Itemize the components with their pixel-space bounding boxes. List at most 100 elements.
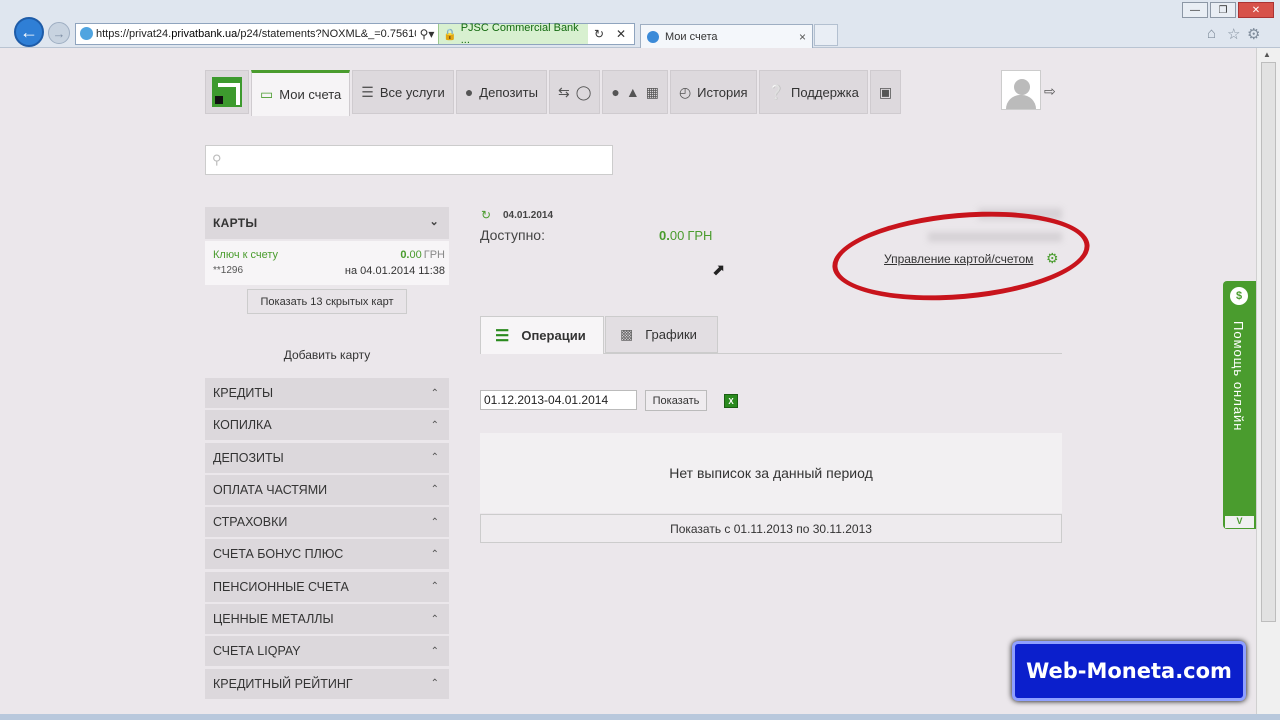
apple-icon: ● — [611, 84, 620, 100]
avatar[interactable] — [1001, 70, 1041, 110]
search-dropdown-icon[interactable]: ⚲▾ — [416, 27, 438, 41]
chevron-up-icon: ⌃ — [430, 516, 439, 528]
certificate-badge[interactable]: 🔒 PJSC Commercial Bank ... — [438, 22, 588, 46]
menu-icon: ☰ — [361, 83, 374, 100]
globe-icon: ◯ — [575, 83, 592, 100]
chevron-up-icon: ⌃ — [430, 419, 439, 431]
ie-icon — [647, 30, 659, 43]
tab-support[interactable]: ❔ Поддержка — [758, 70, 868, 114]
sidebar-item-installments[interactable]: ОПЛАТА ЧАСТЯМИ ⌃ — [205, 474, 449, 505]
sidebar-item-liqpay[interactable]: СЧЕТА LIQPAY ⌃ — [205, 636, 449, 667]
stop-icon[interactable]: ✕ — [610, 27, 632, 41]
browser-chrome: ← → https://privat24.privatbank.ua/p24/s… — [0, 0, 1280, 48]
sidebar-item-metals[interactable]: ЦЕННЫЕ МЕТАЛЛЫ ⌃ — [205, 604, 449, 635]
help-online-label: Помощь онлайн — [1231, 321, 1246, 432]
back-button[interactable]: ← — [14, 17, 44, 47]
tab-all-services[interactable]: ☰ Все услуги — [352, 70, 454, 114]
available-balance: 0.00 ГРН — [659, 228, 713, 243]
tab-close-icon[interactable]: × — [799, 30, 806, 44]
logout-icon[interactable]: ⇨ — [1044, 83, 1056, 100]
tab-operations[interactable]: ☰ Операции — [480, 316, 604, 354]
period-input[interactable]: 01.12.2013-04.01.2014 — [480, 390, 637, 410]
android-icon: ▲ — [625, 84, 640, 100]
card-name: Ключ к счету — [213, 249, 279, 261]
refresh-icon[interactable]: ↻ — [481, 208, 491, 222]
cards-section-header[interactable]: КАРТЫ ⌄ — [205, 207, 449, 239]
tab-my-accounts[interactable]: ▭ Мои счета — [251, 70, 351, 116]
new-tab-button[interactable] — [814, 24, 838, 46]
tab-transport[interactable]: ⇆ ◯ — [548, 70, 601, 114]
mouse-cursor-icon: ⬈ — [712, 262, 726, 279]
address-bar[interactable]: https://privat24.privatbank.ua/p24/state… — [75, 22, 635, 46]
maximize-button[interactable]: ❐ — [1210, 2, 1236, 18]
help-online-widget[interactable]: $ Помощь онлайн V — [1223, 281, 1256, 529]
chevron-up-icon: ⌃ — [430, 678, 439, 690]
forward-button[interactable]: → — [48, 22, 70, 44]
show-previous-period-button[interactable]: Показать с 01.11.2013 по 30.11.2013 — [480, 514, 1062, 543]
close-window-button[interactable]: ✕ — [1238, 2, 1274, 18]
show-hidden-cards-button[interactable]: Показать 13 скрытых карт — [247, 289, 407, 314]
browser-tab[interactable]: Мои счета × — [640, 24, 813, 48]
chevron-down-icon: V — [1225, 516, 1254, 528]
chevron-up-icon: ⌃ — [430, 452, 439, 464]
card-number: **1296 — [213, 265, 244, 276]
chevron-up-icon: ⌃ — [430, 581, 439, 593]
bar-chart-icon: ▩ — [620, 326, 634, 342]
search-input[interactable]: ⚲ — [205, 145, 613, 175]
cart-icon: ▣ — [878, 83, 893, 100]
privatbank-logo[interactable] — [205, 70, 249, 114]
scroll-thumb[interactable] — [1261, 62, 1276, 622]
question-icon: ❔ — [767, 83, 786, 100]
card-entry[interactable]: Ключ к счету **1296 0.00 ГРН на 04.01.201… — [205, 241, 449, 285]
add-card-link[interactable]: Добавить карту — [205, 348, 449, 362]
chevron-up-icon: ⌃ — [430, 387, 439, 399]
dollar-icon: $ — [1230, 287, 1248, 305]
watermark: Web-Moneta.com — [1012, 641, 1246, 701]
url-text: https://privat24.privatbank.ua/p24/state… — [96, 28, 416, 40]
sidebar-item-insurance[interactable]: СТРАХОВКИ ⌃ — [205, 507, 449, 538]
tab-charts[interactable]: ▩ Графики — [605, 316, 718, 353]
top-navigation: ▭ Мои счета ☰ Все услуги ● Депозиты ⇆ ◯ ● ▲ ▦ … — [205, 70, 902, 116]
chevron-down-icon: ⌄ — [429, 216, 439, 228]
tab-cart[interactable]: ▣ — [869, 70, 902, 114]
home-icon[interactable]: ⌂ — [1207, 25, 1216, 42]
page-content: ▭ Мои счета ☰ Все услуги ● Депозиты ⇆ ◯ ● ▲ ▦ … — [0, 48, 1256, 720]
tab-deposits[interactable]: ● Депозиты — [455, 70, 547, 114]
card-balance: 0.00 ГРН — [400, 249, 445, 261]
taskbar — [0, 714, 1280, 720]
favorites-icon[interactable]: ☆ — [1227, 25, 1240, 43]
sidebar-sections: КРЕДИТЫ ⌃ КОПИЛКА ⌃ ДЕПОЗИТЫ ⌃ ОПЛАТА ЧАСТЯ… — [205, 378, 449, 701]
sidebar-item-pension[interactable]: ПЕНСИОННЫЕ СЧЕТА ⌃ — [205, 571, 449, 602]
card-icon: ▭ — [260, 86, 274, 102]
site-icon — [80, 27, 93, 40]
sidebar-item-piggy-bank[interactable]: КОПИЛКА ⌃ — [205, 410, 449, 441]
list-icon: ☰ — [495, 327, 510, 345]
sidebar-item-bonus-plus[interactable]: СЧЕТА БОНУС ПЛЮС ⌃ — [205, 539, 449, 570]
refresh-icon[interactable]: ↻ — [588, 27, 610, 41]
transport-icon: ⇆ — [557, 83, 570, 100]
chevron-up-icon: ⌃ — [430, 645, 439, 657]
lock-icon: 🔒 — [443, 28, 457, 41]
tab-history[interactable]: ◴ История — [669, 70, 757, 114]
card-balance-date: на 04.01.2014 11:38 — [344, 265, 445, 277]
tab-mobile-apps[interactable]: ● ▲ ▦ — [602, 70, 668, 114]
chevron-up-icon: ⌃ — [430, 613, 439, 625]
minimize-button[interactable]: — — [1182, 2, 1208, 18]
account-date: 04.01.2014 — [503, 210, 554, 221]
piggy-bank-icon: ● — [464, 84, 474, 100]
empty-statement-message: Нет выписок за данный период — [480, 433, 1062, 513]
chevron-up-icon: ⌃ — [430, 548, 439, 560]
vertical-scrollbar[interactable]: ▲ — [1256, 48, 1280, 720]
search-icon: ⚲ — [212, 152, 222, 167]
show-button[interactable]: Показать — [645, 390, 707, 411]
excel-export-icon[interactable]: X — [724, 394, 738, 408]
settings-gear-icon[interactable]: ⚙ — [1247, 25, 1260, 43]
sidebar-item-credits[interactable]: КРЕДИТЫ ⌃ — [205, 378, 449, 408]
highlight-annotation — [828, 201, 1094, 311]
scroll-up-icon[interactable]: ▲ — [1263, 50, 1271, 59]
sidebar-item-deposits[interactable]: ДЕПОЗИТЫ ⌃ — [205, 442, 449, 473]
clock-icon: ◴ — [678, 83, 692, 100]
available-label: Доступно: — [480, 227, 545, 243]
windows-icon: ▦ — [645, 83, 659, 100]
sidebar-item-credit-rating[interactable]: КРЕДИТНЫЙ РЕЙТИНГ ⌃ — [205, 668, 449, 699]
